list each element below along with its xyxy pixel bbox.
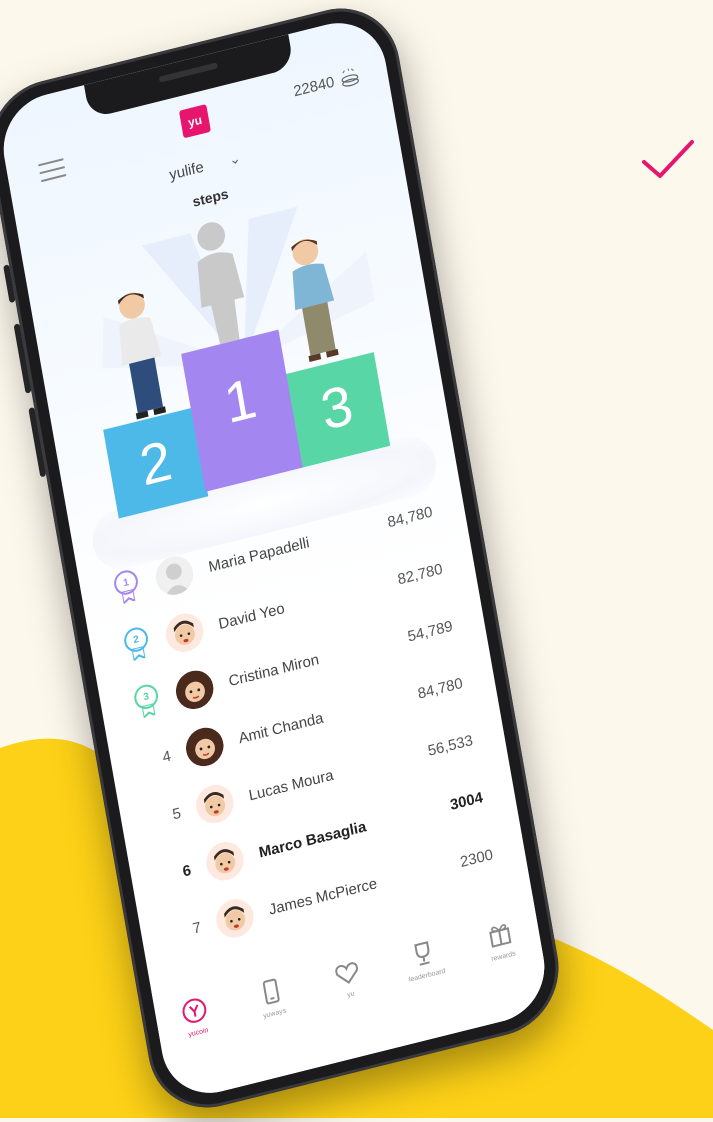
step-score: 2300 <box>458 845 495 871</box>
gift-icon <box>488 924 512 948</box>
user-avatar <box>163 609 207 656</box>
tab-yucoin[interactable]: yucoin <box>163 989 228 1044</box>
step-score: 84,780 <box>386 502 434 531</box>
coin-stack-icon <box>341 68 359 87</box>
trophy-icon <box>414 941 431 966</box>
checkmark-icon <box>642 140 694 178</box>
user-avatar <box>153 552 197 599</box>
step-score: 54,789 <box>406 617 454 646</box>
yulife-logo: yu <box>178 104 212 139</box>
step-score: 3004 <box>448 788 485 814</box>
coin-count: 22840 <box>292 73 336 100</box>
rank-cell: 6 <box>131 859 202 893</box>
user-avatar <box>193 781 237 828</box>
yucoin-icon <box>182 998 207 1023</box>
tab-label: yuways <box>262 1007 287 1021</box>
step-score: 56,533 <box>426 731 475 760</box>
heart-icon <box>335 962 358 984</box>
user-avatar <box>203 838 247 885</box>
tab-rewards[interactable]: rewards <box>468 913 533 968</box>
rank-cell: 2 <box>89 622 163 672</box>
tab-yuways[interactable]: yuways <box>239 970 304 1025</box>
rank-medal-icon: 3 <box>132 682 163 722</box>
step-score: 84,780 <box>416 674 464 703</box>
user-avatar <box>213 895 257 942</box>
step-score: 82,780 <box>396 560 444 588</box>
chevron-down-icon[interactable]: ⌄ <box>228 149 242 169</box>
rank-cell: 1 <box>79 565 153 615</box>
rank-cell: 5 <box>121 802 192 836</box>
rank-number: 2 <box>122 624 150 655</box>
rank-number: 7 <box>191 918 203 938</box>
tab-label: yucoin <box>188 1026 209 1039</box>
rank-medal-icon: 1 <box>112 567 143 607</box>
rank-number: 5 <box>171 804 183 823</box>
coin-balance[interactable]: 22840 <box>292 66 361 100</box>
rank-number: 6 <box>181 861 193 881</box>
rank-number: 1 <box>112 567 140 598</box>
rank-cell: 3 <box>99 679 173 729</box>
tab-label: rewards <box>490 950 517 964</box>
tab-leaderboard[interactable]: leaderboard <box>392 932 457 987</box>
rank-number: 3 <box>132 682 160 712</box>
rank-cell: 7 <box>141 916 212 950</box>
user-avatar <box>173 667 217 714</box>
rank-medal-icon: 2 <box>122 624 153 664</box>
rank-number: 4 <box>161 747 173 766</box>
user-avatar <box>183 724 227 771</box>
phone-icon <box>262 978 280 1005</box>
tab-label: yu <box>346 990 356 1000</box>
tab-yu[interactable]: yu <box>315 951 380 1006</box>
rank-cell: 4 <box>111 745 182 779</box>
group-name: yulife <box>168 158 206 184</box>
hamburger-menu-icon[interactable] <box>38 158 67 183</box>
